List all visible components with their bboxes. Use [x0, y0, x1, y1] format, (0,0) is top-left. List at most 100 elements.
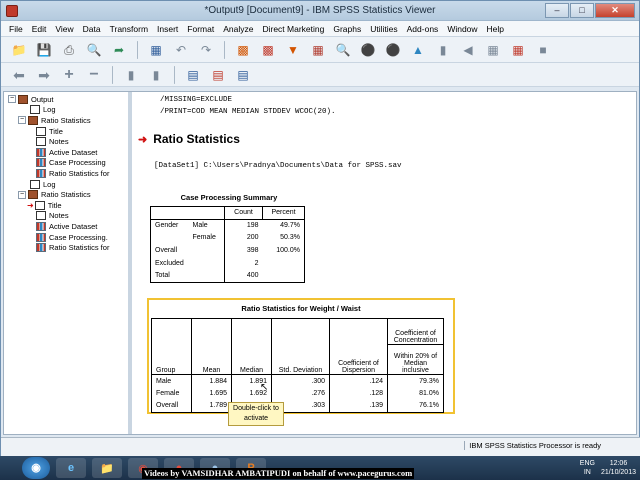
collapse-toggle-icon[interactable]: −	[8, 95, 16, 104]
case-processing-table[interactable]: Count Percent Gender Male 198 49.7% Female…	[150, 206, 305, 283]
menu-transform[interactable]: Transform	[110, 24, 148, 34]
tree-item-case-processing-2[interactable]: Case Processing.	[6, 232, 126, 243]
print-icon[interactable]: ⎙	[59, 40, 79, 60]
insert-heading-icon[interactable]: ▤	[183, 65, 203, 85]
menu-direct-marketing[interactable]: Direct Marketing	[262, 24, 324, 34]
col-header-cod: Coefficient of Dispersion	[329, 318, 388, 375]
tree-item-case-processing[interactable]: Case Processing	[6, 158, 126, 169]
split-file-icon[interactable]: ⚫	[358, 40, 378, 60]
export-icon[interactable]: ➦	[109, 40, 129, 60]
open-folder-icon[interactable]: 📁	[9, 40, 29, 60]
col-header-within-20: Within 20% of Median inclusive	[387, 344, 444, 375]
menu-data[interactable]: Data	[83, 24, 101, 34]
print-preview-icon[interactable]: 🔍	[84, 40, 104, 60]
spss-viewer-window: *Output9 [Document9] - IBM SPSS Statisti…	[0, 0, 640, 456]
maximize-button[interactable]: □	[570, 3, 594, 18]
variables-icon[interactable]: ▦	[308, 40, 328, 60]
menu-insert[interactable]: Insert	[157, 24, 178, 34]
dataset-path: [DataSet1] C:\Users\Pradnya\Documents\Da…	[154, 162, 402, 170]
start-button[interactable]: ◉	[22, 457, 50, 479]
chart-builder-icon[interactable]: ▦	[483, 40, 503, 60]
ratio-statistics-pivot-table[interactable]: Ratio Statistics for Weight / Waist Grou…	[147, 298, 455, 426]
tree-item-ratio-statistics[interactable]: − Ratio Statistics	[6, 115, 126, 126]
table-icon	[36, 168, 46, 178]
log-icon	[30, 105, 40, 115]
table-row: Total 400	[151, 269, 305, 283]
input-language[interactable]: ENG IN	[580, 459, 595, 477]
designate-window-icon[interactable]: ◀	[458, 40, 478, 60]
syntax-line: /PRINT=COD MEAN MEDIAN STDDEV WCOC(20).	[160, 108, 336, 116]
show-icon[interactable]: ▮	[121, 65, 141, 85]
tree-item-title-2[interactable]: ➜ Title	[6, 200, 126, 211]
promote-arrow-icon[interactable]: ⬅	[9, 65, 29, 85]
demote-arrow-icon[interactable]: ➡	[34, 65, 54, 85]
window-title: *Output9 [Document9] - IBM SPSS Statisti…	[204, 5, 436, 16]
tree-item-ratio-statistics-for-2[interactable]: Ratio Statistics for	[6, 242, 126, 253]
viewer-main-area: − Output Log − Ratio Statistics Title Note…	[3, 91, 637, 435]
table-row: Female 1.695 1.692 .276 .128 81.0%	[152, 387, 444, 400]
tree-item-log-2[interactable]: Log	[6, 179, 126, 190]
collapse-minus-icon[interactable]: −	[84, 65, 104, 85]
file-explorer-icon[interactable]: 📁	[92, 458, 122, 478]
save-icon[interactable]: 💾	[34, 40, 54, 60]
tree-item-ratio-statistics-2[interactable]: − Ratio Statistics	[6, 189, 126, 200]
hide-icon[interactable]: ▮	[146, 65, 166, 85]
table-icon	[36, 147, 46, 157]
outline-pane[interactable]: − Output Log − Ratio Statistics Title Note…	[4, 92, 132, 434]
menu-help[interactable]: Help	[487, 24, 504, 34]
col-header-group: Group	[156, 367, 176, 374]
redo-icon[interactable]: ↷	[196, 40, 216, 60]
goto-variable-icon[interactable]: ▼	[283, 40, 303, 60]
col-header: Percent	[262, 206, 305, 220]
menu-edit[interactable]: Edit	[32, 24, 47, 34]
collapse-toggle-icon[interactable]: −	[18, 116, 26, 125]
menu-analyze[interactable]: Analyze	[223, 24, 253, 34]
output-icon[interactable]: ■	[533, 40, 553, 60]
menu-format[interactable]: Format	[187, 24, 214, 34]
value-labels-icon[interactable]: ▲	[408, 40, 428, 60]
title-icon	[34, 200, 45, 210]
case-processing-title: Case Processing Summary	[180, 193, 278, 202]
menu-file[interactable]: File	[9, 24, 23, 34]
main-toolbar: 📁 💾 ⎙ 🔍 ➦ ▦ ↶ ↷ ▩ ▩ ▼ ▦ 🔍 ⚫ ⚫ ▲ ▮ ◀ ▦ ▦ …	[1, 37, 639, 63]
tree-item-title[interactable]: Title	[6, 126, 126, 137]
current-position-arrow-icon: ➜	[138, 133, 148, 146]
menu-utilities[interactable]: Utilities	[370, 24, 397, 34]
tree-item-active-dataset[interactable]: Active Dataset	[6, 147, 126, 158]
script-icon[interactable]: ▦	[508, 40, 528, 60]
expand-plus-icon[interactable]: +	[59, 65, 79, 85]
tree-item-output[interactable]: − Output	[6, 94, 126, 105]
tree-item-notes-2[interactable]: Notes	[6, 211, 126, 222]
minimize-button[interactable]: –	[545, 3, 569, 18]
ie-browser-icon[interactable]: e	[56, 458, 86, 478]
goto-data-icon[interactable]: ▩	[233, 40, 253, 60]
menu-window[interactable]: Window	[447, 24, 477, 34]
table-icon	[36, 243, 46, 253]
insert-text-icon[interactable]: ▤	[233, 65, 253, 85]
activate-tooltip: Double-click to activate	[228, 402, 284, 426]
tree-item-log[interactable]: Log	[6, 105, 126, 116]
use-sets-icon[interactable]: ▮	[433, 40, 453, 60]
section-heading: ➜ Ratio Statistics	[138, 132, 240, 146]
insert-title-icon[interactable]: ▤	[208, 65, 228, 85]
tree-item-ratio-statistics-for[interactable]: Ratio Statistics for	[6, 168, 126, 179]
tree-item-active-dataset-2[interactable]: Active Dataset	[6, 221, 126, 232]
undo-icon[interactable]: ↶	[171, 40, 191, 60]
col-header-coc: Coefficient of Concentration	[387, 318, 444, 345]
goto-case-icon[interactable]: ▩	[258, 40, 278, 60]
close-button[interactable]: ✕	[595, 3, 635, 18]
menu-graphs[interactable]: Graphs	[333, 24, 361, 34]
system-tray: ENG IN 12:06 21/10/2013	[580, 456, 636, 480]
find-icon[interactable]: 🔍	[333, 40, 353, 60]
ratio-statistics-table[interactable]: Group Mean Median Std. Deviation Coeffic…	[151, 318, 444, 413]
tree-item-notes[interactable]: Notes	[6, 136, 126, 147]
title-icon	[36, 126, 46, 136]
menu-add-ons[interactable]: Add-ons	[407, 24, 439, 34]
menu-view[interactable]: View	[55, 24, 73, 34]
collapse-toggle-icon[interactable]: −	[18, 190, 26, 199]
output-content-pane[interactable]: /MISSING=EXCLUDE /PRINT=COD MEAN MEDIAN …	[132, 92, 636, 434]
table-row: Male 1.884 1.891 .300 .124 79.3%	[151, 374, 444, 388]
clock[interactable]: 12:06 21/10/2013	[601, 459, 636, 477]
select-cases-icon[interactable]: ⚫	[383, 40, 403, 60]
recall-dialog-icon[interactable]: ▦	[146, 40, 166, 60]
